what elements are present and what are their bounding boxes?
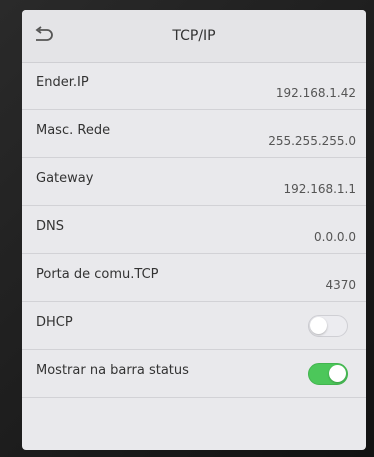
setting-label: Mostrar na barra status xyxy=(36,363,189,378)
header-bar: TCP/IP xyxy=(22,10,366,63)
setting-row-show-status-bar: Mostrar na barra status xyxy=(22,350,366,398)
setting-value: 255.255.255.0 xyxy=(268,134,356,148)
setting-value: 192.168.1.1 xyxy=(283,182,356,196)
setting-label: Ender.IP xyxy=(36,75,89,90)
page-title: TCP/IP xyxy=(172,28,216,44)
device-bezel: TCP/IP Ender.IP 192.168.1.42 Masc. Rede … xyxy=(0,0,374,457)
show-status-bar-toggle[interactable] xyxy=(308,363,348,385)
setting-row-gateway[interactable]: Gateway 192.168.1.1 xyxy=(22,158,366,206)
setting-row-dhcp: DHCP xyxy=(22,302,366,350)
setting-row-ip[interactable]: Ender.IP 192.168.1.42 xyxy=(22,62,366,110)
dhcp-toggle[interactable] xyxy=(308,315,348,337)
setting-label: Porta de comu.TCP xyxy=(36,267,159,282)
setting-label: Masc. Rede xyxy=(36,123,111,138)
setting-row-subnet-mask[interactable]: Masc. Rede 255.255.255.0 xyxy=(22,110,366,158)
setting-label: DHCP xyxy=(36,315,73,330)
setting-value: 192.168.1.42 xyxy=(275,86,356,100)
toggle-knob xyxy=(329,365,346,382)
setting-row-tcp-port[interactable]: Porta de comu.TCP 4370 xyxy=(22,254,366,302)
setting-value: 0.0.0.0 xyxy=(314,230,356,244)
setting-row-dns[interactable]: DNS 0.0.0.0 xyxy=(22,206,366,254)
setting-label: DNS xyxy=(36,219,64,234)
screen: TCP/IP Ender.IP 192.168.1.42 Masc. Rede … xyxy=(22,10,366,450)
setting-label: Gateway xyxy=(36,171,94,186)
toggle-knob xyxy=(310,317,327,334)
setting-value: 4370 xyxy=(325,278,356,292)
settings-list: Ender.IP 192.168.1.42 Masc. Rede 255.255… xyxy=(22,62,366,398)
